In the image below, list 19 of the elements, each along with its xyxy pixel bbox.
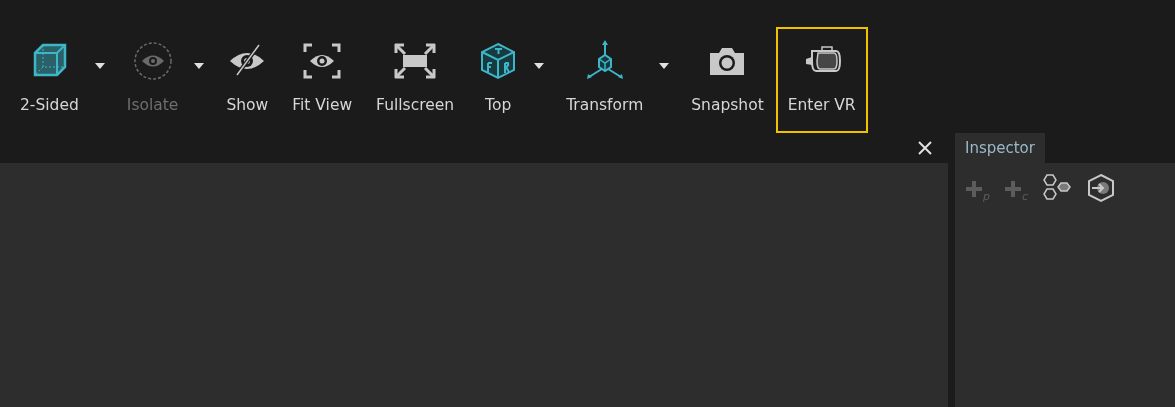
panel-tab[interactable]: Inspector [955,133,1045,163]
toolbar-button[interactable]: 2-Sided [8,27,91,133]
plus-icon [1004,180,1022,198]
toolbar-button[interactable]: Transform [554,27,656,133]
toolbar-button[interactable]: Top [466,27,531,133]
toolbar-button[interactable]: Fullscreen [364,27,467,133]
fit-view-icon [302,41,343,81]
toolbar-button[interactable]: Enter VR [775,27,868,133]
fullscreen-icon [393,41,438,81]
nodes-icon[interactable] [1042,173,1073,203]
plus-icon [965,180,983,198]
dropdown-caret[interactable] [659,63,670,69]
toolbar-button[interactable]: Snapshot [679,27,776,133]
toolbar-button[interactable]: Show [214,27,281,133]
enter-icon[interactable] [1086,173,1117,203]
dropdown-caret[interactable] [94,63,105,69]
dropdown-caret[interactable] [534,63,545,69]
toolbar-button[interactable]: Fit View [280,27,365,133]
eye-icon [132,41,173,81]
